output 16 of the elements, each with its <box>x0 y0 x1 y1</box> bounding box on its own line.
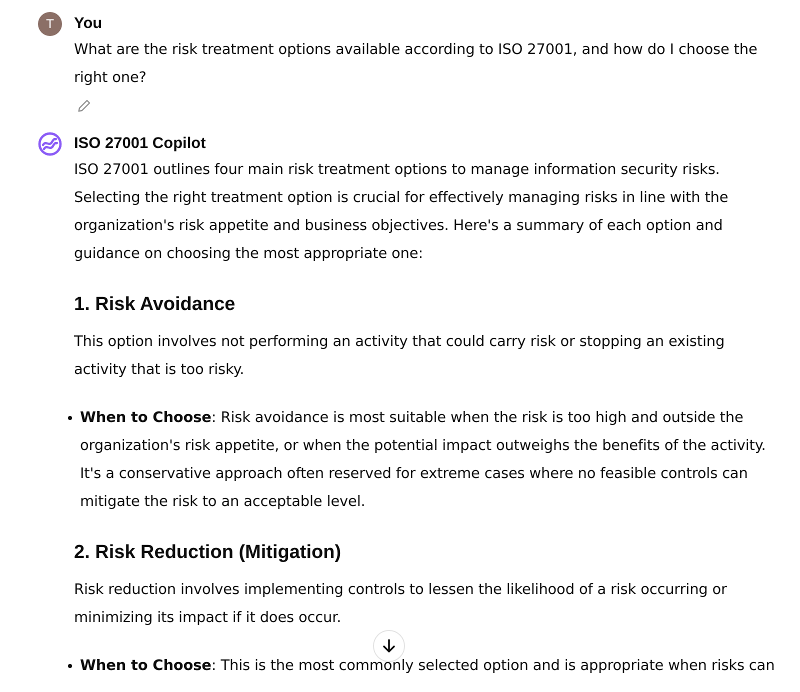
bullet-icon <box>68 416 72 420</box>
assistant-logo-icon <box>38 132 62 156</box>
edit-icon[interactable] <box>76 98 92 114</box>
user-avatar: T <box>38 12 62 36</box>
down-arrow-icon <box>381 638 397 654</box>
message-paragraph: Risk reduction involves implementing controls to lessen the likelihood of a risk occurring or minimizing its impact if it does occur. <box>74 581 728 628</box>
section-heading: 2. Risk Reduction (Mitigation) <box>74 541 342 565</box>
message-paragraph: This option involves not performing an activity that could carry risk or stopping an existing activity that is too risky. <box>74 333 726 380</box>
message-paragraph: What are the risk treatment options available according to ISO 27001, and how do I choose the right one? <box>74 41 758 88</box>
author-name: ISO 27001 Copilot <box>74 134 206 154</box>
message-paragraph: ISO 27001 outlines four main risk treatment options to manage information security risks. Selecting the right treatment option is crucial for effectively managing risks in line with the organization's risk appetite and business objectives. Here's a summary of each option and guidance on choosing the most appropriate one: <box>74 161 730 264</box>
bullet-text: When to Choose: Risk avoidance is most suitable when the risk is too high and outside the organization's risk appetite, or when the potential impact outweighs the benefits of the activity. It's a conservative approach often reserved for extreme cases where no feasible controls can mitigate the risk to an acceptable level. <box>80 410 766 510</box>
bullet-icon <box>68 664 72 668</box>
bullet-text: When to Choose: This is the most commonly selected option and is appropriate when risks can <box>80 658 775 674</box>
author-name: You <box>74 14 102 34</box>
section-heading: 1. Risk Avoidance <box>74 293 236 317</box>
